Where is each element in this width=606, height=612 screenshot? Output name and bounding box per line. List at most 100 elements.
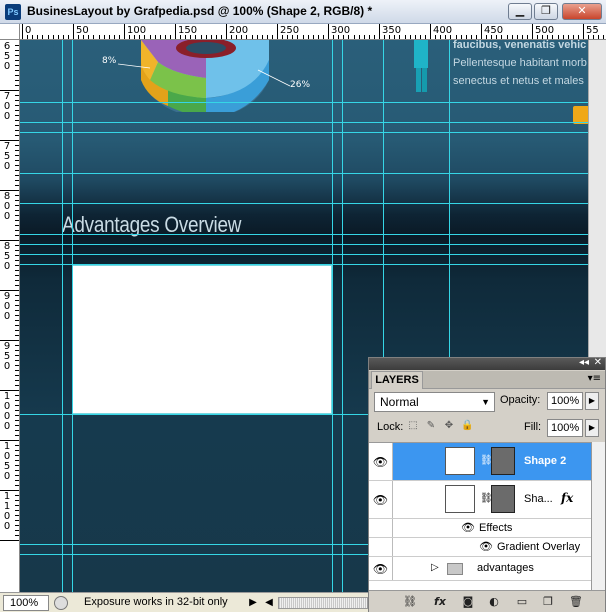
ruler-minor-tick [470,35,472,39]
ruler-minor-tick [27,35,29,39]
ruler-minor-tick [15,105,19,106]
ruler-minor-tick [139,35,141,39]
ruler-minor-tick [129,35,131,39]
ruler-minor-tick [15,450,19,451]
ruler-tick [277,24,278,39]
vertical-ruler[interactable]: 650 700 750 800 850 900 950 1000 1050 1100 [0,40,20,592]
ruler-minor-tick [15,225,19,226]
ruler-minor-tick [491,35,493,39]
expand-triangle-icon[interactable]: ▷ [431,562,439,573]
blank-eye-cell [369,538,393,556]
delete-layer-icon[interactable]: 🗑 [569,595,583,609]
ruler-minor-tick [15,265,19,266]
effects-row[interactable]: 👁 Effects [369,519,591,538]
status-menu-arrow-icon[interactable]: ▶ [246,596,260,610]
horizontal-guide[interactable] [20,203,588,204]
lock-position-icon[interactable]: ✥ [443,420,455,432]
add-mask-icon[interactable]: ◙ [461,595,475,609]
lock-transparent-icon[interactable]: ⬚ [407,420,419,432]
tab-layers[interactable]: LAYERS [371,371,423,389]
panel-header-bar[interactable]: ◂◂ ✕ [369,357,605,370]
ruler-minor-tick [506,35,508,39]
ruler-tick [379,24,380,39]
status-info-icon[interactable] [54,596,68,610]
layer-row-shape-2[interactable]: 👁 ⛓ Shape 2 [369,443,591,481]
close-button[interactable]: ✕ [562,3,602,20]
visibility-eye-icon[interactable]: 👁 [369,557,393,580]
horizontal-guide[interactable] [20,254,588,255]
minimize-button[interactable]: ▁ [508,3,532,20]
ruler-minor-tick [185,35,187,39]
ruler-minor-tick [231,35,233,39]
ruler-minor-tick [292,35,294,39]
layer-row-shape[interactable]: 👁 ⛓ Sha... fx [369,481,591,519]
horizontal-scrollbar-thumb[interactable] [278,597,368,609]
shape-2-rectangle[interactable] [72,265,332,414]
layer-name[interactable]: Sha... [524,493,553,505]
ruler-minor-tick [317,35,319,39]
new-group-icon[interactable]: ▭ [515,595,529,609]
new-layer-icon[interactable]: ❐ [541,595,555,609]
pie-label-8: 8% [102,56,117,66]
close-panel-icon[interactable]: ✕ [594,357,602,368]
vector-mask-thumbnail[interactable] [491,485,515,513]
opacity-slider-arrow-icon[interactable]: ▶ [585,392,599,410]
restore-button[interactable]: ❐ [534,3,558,20]
ruler-minor-tick [215,35,217,39]
ruler-minor-tick [567,35,569,39]
collapse-panel-icon[interactable]: ◂◂ [579,357,589,368]
horizontal-guide[interactable] [20,122,588,123]
ruler-minor-tick [598,35,600,39]
zoom-field[interactable]: 100% [3,595,49,611]
ruler-minor-tick [118,35,120,39]
vector-mask-thumbnail[interactable] [491,447,515,475]
layer-group-advantages[interactable]: 👁 ▷ advantages [369,557,591,581]
ruler-tick [532,24,533,39]
ruler-minor-tick [15,155,19,156]
horizontal-guide[interactable] [20,234,588,235]
fx-icon[interactable]: fx [561,491,573,505]
horizontal-ruler[interactable]: 0 50 100 150 200 250 300 350 400 450 500 55 [0,24,606,40]
ruler-minor-tick [435,35,437,39]
layers-scrollbar[interactable] [591,442,605,612]
visibility-eye-icon[interactable]: 👁 [479,540,493,553]
layer-style-fx-icon[interactable]: fx [433,595,447,609]
ruler-minor-tick [15,100,19,101]
visibility-eye-icon[interactable]: 👁 [461,521,475,534]
ruler-tick [583,24,584,39]
fill-field[interactable]: 100% [547,419,583,437]
visibility-eye-icon[interactable]: 👁 [369,443,393,480]
ruler-minor-tick [15,330,19,331]
horizontal-guide[interactable] [20,264,588,265]
opacity-field[interactable]: 100% [547,392,583,410]
photoshop-icon[interactable]: Ps [5,4,21,20]
adjustment-layer-icon[interactable]: ◐ [487,595,501,609]
horizontal-guide[interactable] [20,173,588,174]
gradient-overlay-row[interactable]: 👁 Gradient Overlay [369,538,591,557]
layer-thumbnail [445,447,475,475]
blend-mode-select[interactable]: Normal ▼ [374,392,495,412]
lock-all-icon[interactable]: 🔒 [461,420,473,432]
ruler-minor-tick [577,35,579,39]
panel-menu-icon[interactable]: ▾≡ [588,373,601,384]
lock-label: Lock: [377,421,404,433]
ruler-minor-tick [15,80,19,81]
link-layers-icon[interactable]: ⛓ [403,595,417,609]
ruler-minor-tick [164,35,166,39]
horizontal-guide[interactable] [20,102,588,103]
ruler-minor-tick [593,35,595,39]
ruler-minor-tick [475,35,477,39]
group-name[interactable]: advantages [477,562,534,574]
ruler-minor-tick [465,35,467,39]
scroll-left-arrow-icon[interactable]: ◀ [262,596,276,610]
horizontal-guide[interactable] [20,244,588,245]
fill-slider-arrow-icon[interactable]: ▶ [585,419,599,437]
ruler-minor-tick [15,295,19,296]
ruler-origin[interactable] [0,24,20,40]
horizontal-guide[interactable] [20,132,588,133]
lock-brush-icon[interactable]: ✎ [425,420,437,432]
layer-name[interactable]: Shape 2 [524,455,566,467]
visibility-eye-icon[interactable]: 👁 [369,481,393,518]
ruler-minor-tick [15,285,19,286]
ruler-tick [175,24,176,39]
